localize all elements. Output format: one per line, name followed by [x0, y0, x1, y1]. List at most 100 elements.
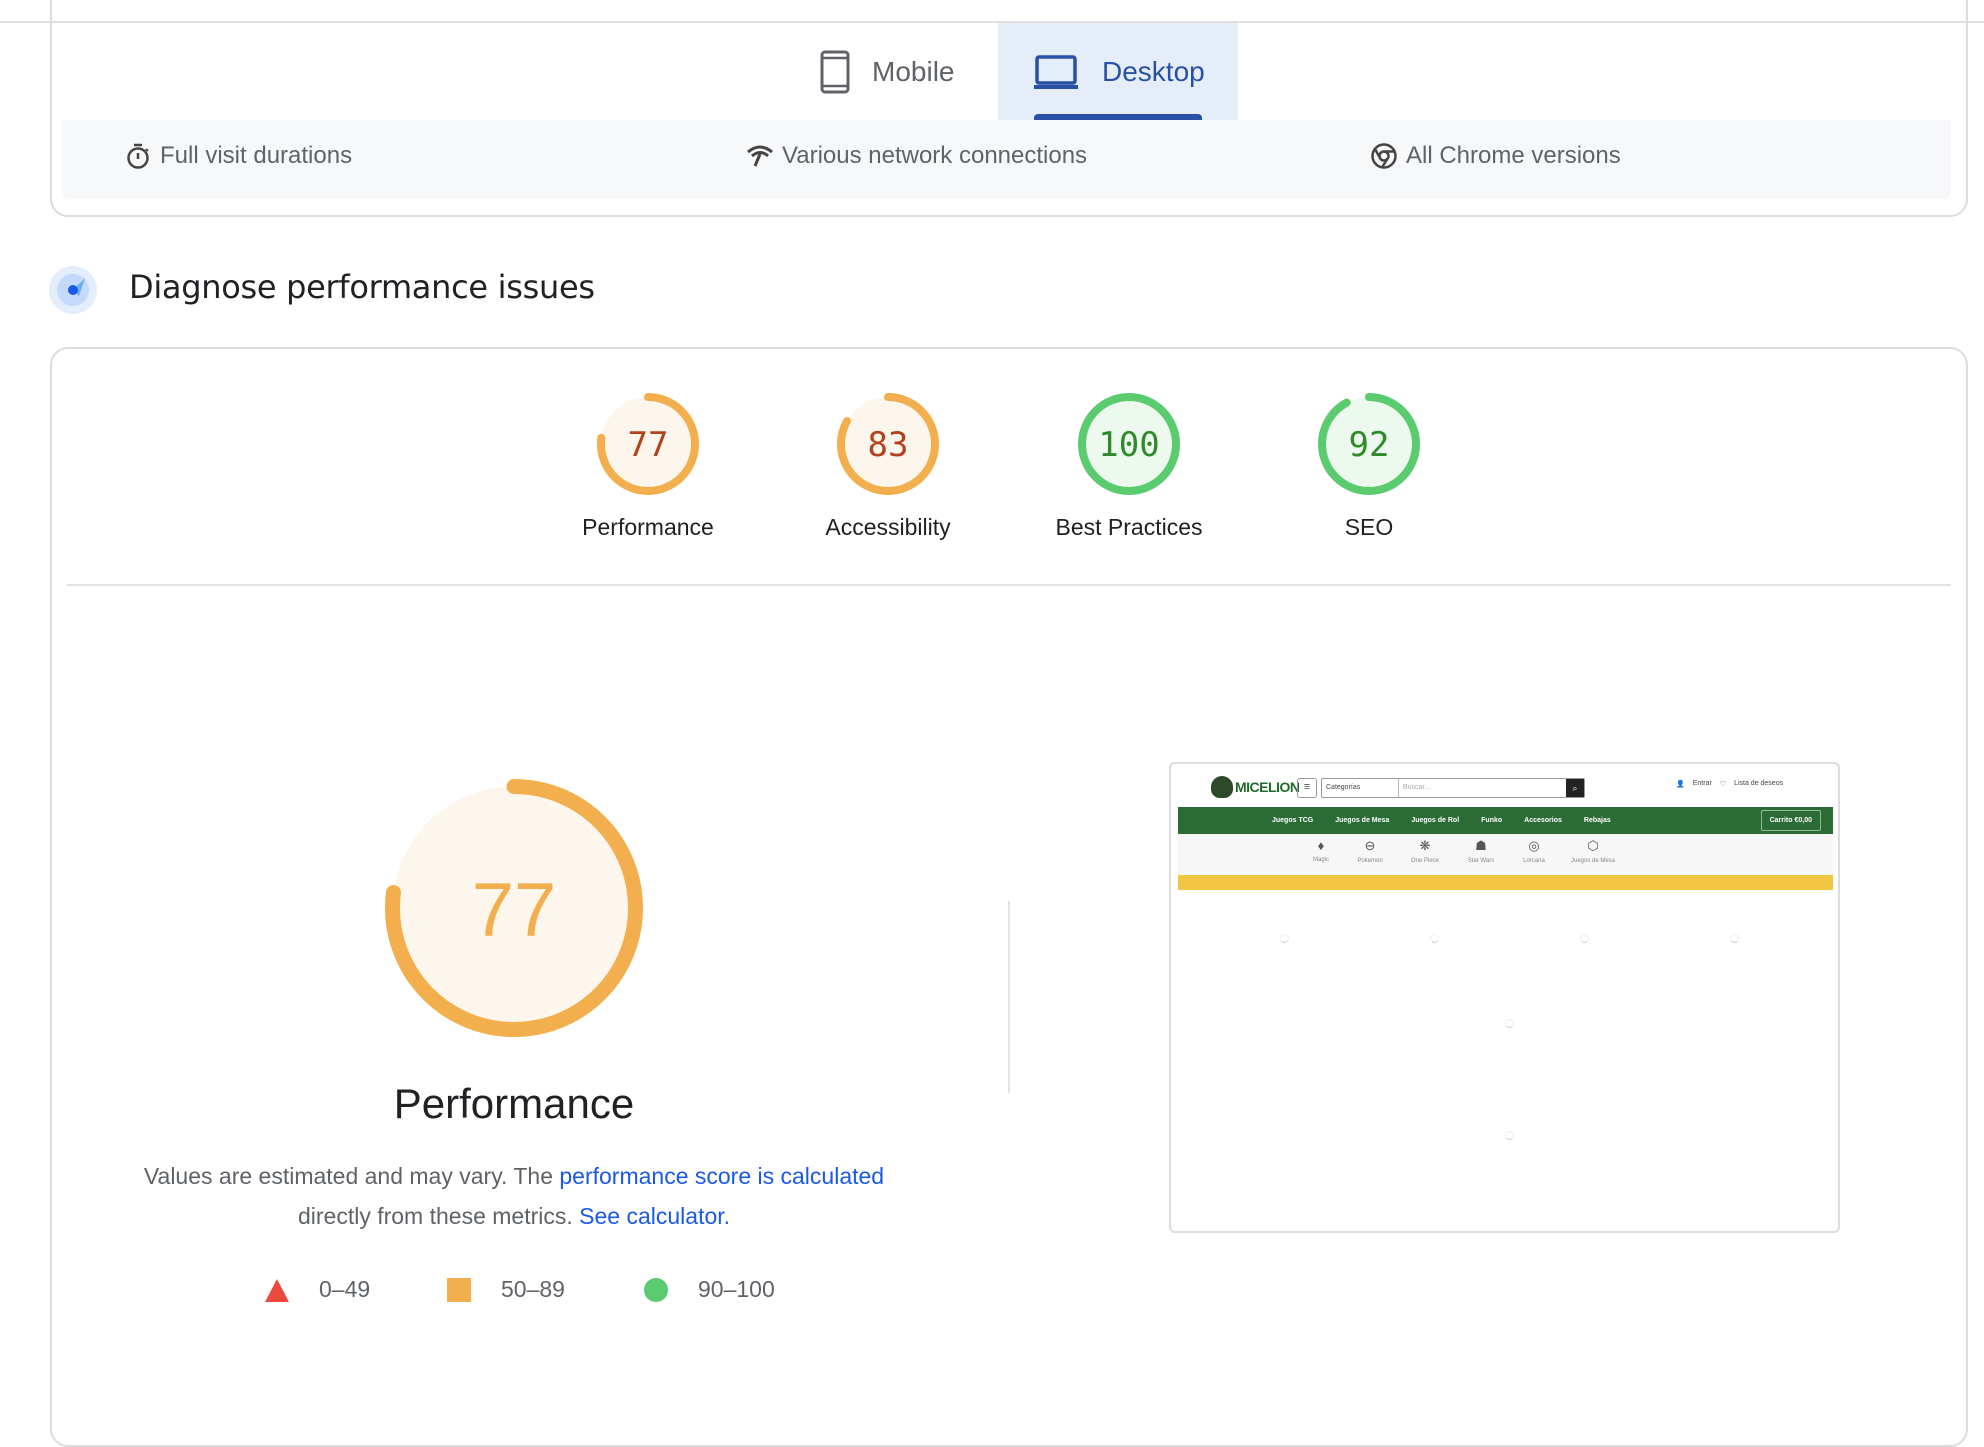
site-nav-item: Juegos TCG	[1272, 817, 1314, 824]
chrome-icon	[1371, 143, 1397, 169]
category-label: Star Wars	[1467, 858, 1495, 864]
score-gauge-seo[interactable]: 92 SEO	[1259, 392, 1479, 541]
search-placeholder: Buscar...	[1403, 784, 1431, 791]
triangle-icon	[265, 1278, 289, 1302]
category-label: Juegos de Mesa	[1570, 858, 1616, 864]
one-piece-icon: ❋	[1419, 838, 1431, 853]
site-cart-button: Carrito €0,00	[1760, 810, 1821, 831]
magic-icon: ♦	[1317, 838, 1325, 853]
site-logo: MICELION	[1211, 776, 1300, 798]
info-chrome: All Chrome versions	[1370, 142, 1621, 170]
hamburger-menu-icon: ≡	[1297, 778, 1317, 798]
performance-score-gauge: 77	[385, 779, 643, 1037]
info-label: All Chrome versions	[1406, 142, 1621, 169]
site-category-item: ⊖ Pokemon	[1345, 838, 1395, 864]
diagnose-radar-icon	[49, 266, 97, 314]
search-category: Categorías	[1322, 779, 1399, 797]
heart-icon: ♡	[1719, 781, 1727, 788]
diagnose-heading: Diagnose performance issues	[129, 268, 595, 306]
site-nav-bar: Juegos TCG Juegos de Mesa Juegos de Rol …	[1178, 807, 1833, 834]
gauge-label: Accessibility	[825, 514, 951, 540]
site-category-item: ☗ Star Wars	[1456, 838, 1506, 864]
tab-mobile-label: Mobile	[872, 55, 955, 87]
site-category-item: ❋ One Piece	[1400, 838, 1450, 864]
tab-desktop[interactable]: Desktop	[998, 23, 1238, 120]
user-icon: 👤	[1676, 781, 1685, 788]
see-calculator-link[interactable]: See calculator.	[579, 1203, 730, 1229]
desc-text: Values are estimated and may vary. The	[143, 1163, 560, 1189]
category-label: Lorcana	[1523, 858, 1545, 864]
performance-title: Performance	[393, 1080, 635, 1127]
site-category-row: ♦ Magic ⊖ Pokemon ❋ One Piece ☗ Star Wars ◎ L…	[1178, 834, 1833, 875]
gauge-ring: 100	[1078, 393, 1180, 495]
score-calculated-link[interactable]: performance score is calculated	[559, 1163, 884, 1189]
network-icon	[747, 145, 773, 167]
info-label: Full visit durations	[160, 142, 353, 169]
vertical-divider	[1008, 901, 1010, 1093]
wishlist-link: Lista de deseos	[1734, 780, 1784, 787]
search-icon: ⌕	[1566, 779, 1584, 797]
info-network: Various network connections	[746, 142, 1087, 170]
site-category-item: ◎ Lorcana	[1509, 838, 1559, 864]
site-nav-item: Rebajas	[1583, 817, 1611, 824]
score-gauge-accessibility[interactable]: 83 Accessibility	[778, 392, 998, 541]
site-search-bar: Categorías Buscar... ⌕	[1321, 778, 1585, 798]
pokeball-icon: ⊖	[1364, 838, 1376, 853]
gauge-label: Best Practices	[1055, 514, 1203, 540]
legend-range: 0–49	[319, 1276, 371, 1302]
site-category-item: ⬡ Juegos de Mesa	[1568, 838, 1618, 864]
gauge-score: 77	[628, 425, 669, 465]
square-icon	[447, 1277, 471, 1302]
scores-divider	[67, 584, 1951, 586]
smartphone-icon	[820, 50, 850, 93]
site-yellow-banner	[1178, 875, 1833, 890]
gauge-ring: 92	[1318, 393, 1420, 495]
score-gauge-performance[interactable]: 77 Performance	[538, 392, 758, 541]
info-label: Various network connections	[782, 142, 1088, 169]
site-nav-item: Funko	[1481, 817, 1503, 824]
stopwatch-icon	[127, 143, 149, 169]
loading-spinner	[1280, 934, 1289, 943]
legend-fail: 0–49	[265, 1276, 370, 1303]
score-gauge-best-practices[interactable]: 100 Best Practices	[1019, 392, 1239, 541]
dice-icon: ⬡	[1587, 838, 1599, 853]
tab-mobile[interactable]: Mobile	[800, 23, 998, 120]
gauge-score: 77	[472, 867, 557, 952]
legend-range: 50–89	[501, 1276, 565, 1302]
legend-range: 90–100	[698, 1276, 775, 1302]
star-wars-icon: ☗	[1475, 838, 1487, 853]
loading-spinner	[1505, 1131, 1514, 1140]
lorcana-icon: ◎	[1528, 838, 1540, 853]
circle-icon	[644, 1277, 668, 1302]
tab-desktop-label: Desktop	[1102, 55, 1205, 87]
gauge-score: 83	[868, 425, 909, 465]
laptop-icon	[1034, 54, 1078, 89]
gauge-ring: 77	[597, 393, 699, 495]
final-screenshot-thumbnail[interactable]: MICELION ≡ Categorías Buscar... ⌕ 👤 Entra…	[1169, 762, 1840, 1233]
performance-description: Values are estimated and may vary. The p…	[104, 1156, 924, 1236]
logo-text: MICELION	[1235, 779, 1300, 795]
lion-shield-icon	[1211, 776, 1233, 798]
site-account-links: 👤 Entrar ♡ Lista de deseos	[1676, 780, 1783, 788]
desc-text: directly from these metrics.	[297, 1203, 580, 1229]
gauge-score: 100	[1098, 425, 1159, 465]
login-link: Entrar	[1692, 780, 1712, 787]
loading-spinner	[1505, 1019, 1514, 1028]
loading-spinner	[1580, 934, 1589, 943]
loading-spinner	[1730, 934, 1739, 943]
site-nav-item: Juegos de Mesa	[1335, 817, 1390, 824]
site-nav-item: Juegos de Rol	[1411, 817, 1460, 824]
category-label: One Piece	[1410, 858, 1440, 864]
gauge-score: 92	[1349, 425, 1390, 465]
gauge-label: Performance	[582, 514, 714, 540]
category-label: Pokemon	[1357, 858, 1383, 864]
legend-pass: 90–100	[644, 1276, 775, 1303]
loading-spinner	[1430, 934, 1439, 943]
info-full-visit: Full visit durations	[124, 142, 352, 170]
gauge-ring: 83	[837, 393, 939, 495]
legend-average: 50–89	[447, 1276, 565, 1303]
category-label: Magic	[1312, 857, 1329, 863]
site-nav-item: Accesorios	[1524, 817, 1562, 824]
site-category-item: ♦ Magic	[1296, 838, 1346, 863]
gauge-label: SEO	[1344, 514, 1394, 540]
